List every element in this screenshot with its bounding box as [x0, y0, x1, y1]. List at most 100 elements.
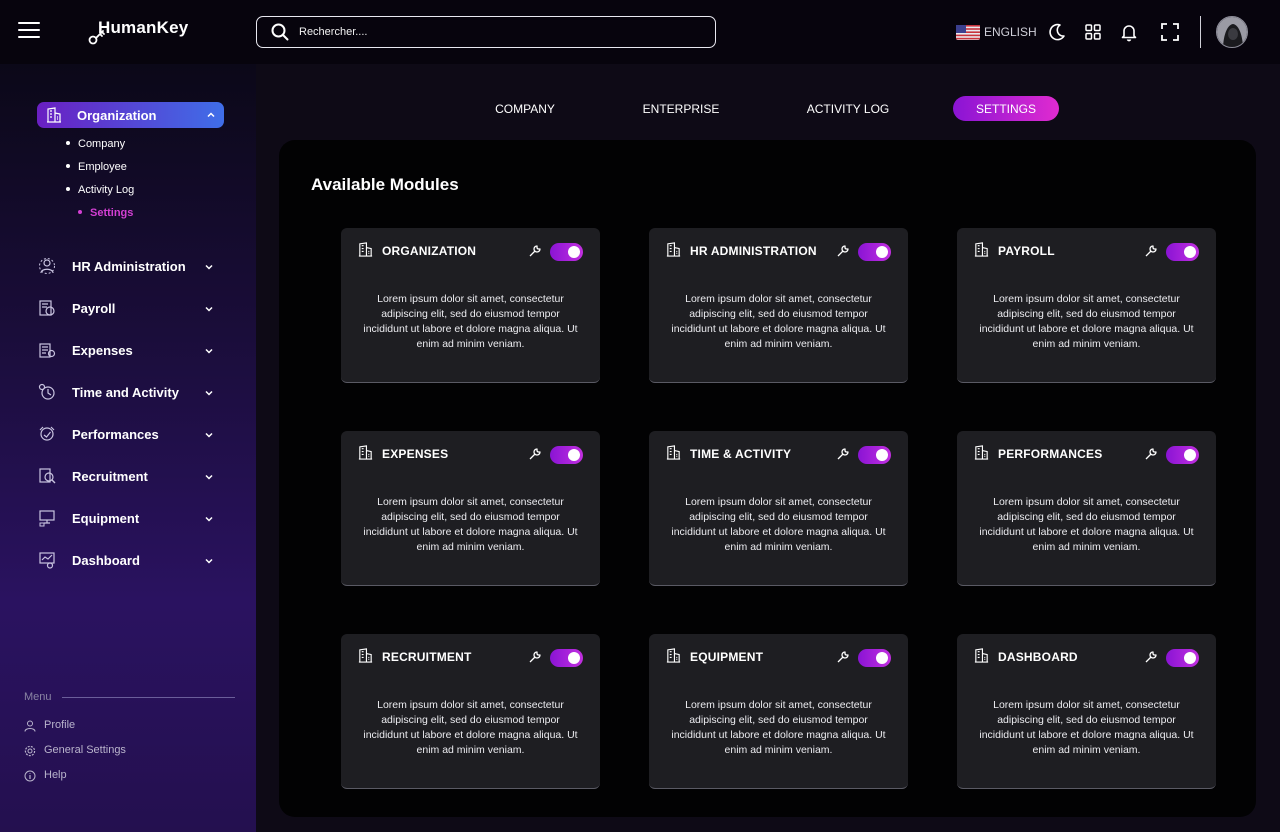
tab-activity-log[interactable]: ACTIVITY LOG: [793, 96, 903, 121]
sidebar-item-payroll[interactable]: Payroll: [38, 296, 218, 320]
module-description: Lorem ipsum dolor sit amet, consectetur …: [979, 496, 1194, 553]
chevron-down-icon: [205, 264, 213, 270]
hr-admin-icon: [39, 258, 55, 274]
module-toggle[interactable]: [858, 243, 891, 261]
hamburger-menu-icon[interactable]: [18, 22, 40, 40]
module-toggle[interactable]: [858, 446, 891, 464]
toggle-knob: [876, 449, 888, 461]
time-activity-icon: [38, 383, 55, 400]
module-description: Lorem ipsum dolor sit amet, consectetur …: [979, 293, 1194, 350]
search-box[interactable]: [256, 16, 716, 48]
expenses-icon: [39, 343, 56, 358]
menu-divider: [62, 697, 235, 698]
language-selector[interactable]: ENGLISH: [956, 24, 1037, 40]
module-description: Lorem ipsum dolor sit amet, consectetur …: [363, 496, 578, 553]
module-toggle[interactable]: [1166, 649, 1199, 667]
module-toggle[interactable]: [1166, 446, 1199, 464]
sidebar-subitem-employee[interactable]: Employee: [66, 161, 127, 173]
toggle-knob: [1184, 449, 1196, 461]
wrench-icon[interactable]: [1144, 244, 1158, 258]
equipment-icon: [39, 510, 55, 527]
module-title: ORGANIZATION: [382, 244, 477, 258]
sidebar-item-organization[interactable]: Organization: [37, 102, 224, 128]
modules-panel: Available Modules ORGANIZATION Lorem ips…: [279, 140, 1256, 817]
wrench-icon[interactable]: [836, 244, 850, 258]
moon-icon[interactable]: [1047, 22, 1067, 42]
wrench-icon[interactable]: [836, 447, 850, 461]
wrench-icon[interactable]: [1144, 447, 1158, 461]
toggle-knob: [568, 652, 580, 664]
chevron-up-icon: [207, 112, 215, 118]
gear-icon: [24, 745, 36, 757]
module-title: RECRUITMENT: [382, 650, 472, 664]
wrench-icon[interactable]: [836, 650, 850, 664]
sidebar-item-hr-administration[interactable]: HR Administration: [38, 254, 218, 278]
sidebar-item-label: Expenses: [72, 343, 133, 358]
toggle-knob: [568, 246, 580, 258]
sidebar-item-label: Equipment: [72, 511, 140, 526]
chevron-down-icon: [205, 348, 213, 354]
wrench-icon[interactable]: [528, 650, 542, 664]
bell-icon[interactable]: [1119, 22, 1139, 42]
module-card-expenses: EXPENSES Lorem ipsum dolor sit amet, con…: [341, 431, 600, 586]
building-icon: [47, 107, 61, 123]
sidebar-item-label: Time and Activity: [72, 385, 179, 400]
search-input[interactable]: [299, 22, 699, 42]
module-toggle[interactable]: [550, 649, 583, 667]
bottom-item-label: Profile: [44, 719, 76, 731]
grid-apps-icon[interactable]: [1083, 22, 1103, 42]
bottom-item-label: General Settings: [44, 744, 126, 756]
wrench-icon[interactable]: [528, 244, 542, 258]
recruitment-icon: [39, 468, 56, 484]
sidebar-item-recruitment[interactable]: Recruitment: [38, 464, 218, 488]
sidebar-item-performances[interactable]: Performances: [38, 422, 218, 446]
us-flag-icon: [956, 24, 980, 40]
module-toggle[interactable]: [550, 243, 583, 261]
wrench-icon[interactable]: [528, 447, 542, 461]
user-avatar[interactable]: [1216, 16, 1248, 48]
module-description: Lorem ipsum dolor sit amet, consectetur …: [671, 293, 886, 350]
building-icon: [974, 445, 989, 460]
module-title: EQUIPMENT: [690, 650, 764, 664]
sidebar-subitem-settings[interactable]: Settings: [78, 207, 133, 219]
user-icon: [24, 720, 36, 732]
module-card-recruitment: RECRUITMENT Lorem ipsum dolor sit amet, …: [341, 634, 600, 789]
search-icon: [271, 23, 289, 41]
module-card-performances: PERFORMANCES Lorem ipsum dolor sit amet,…: [957, 431, 1216, 586]
sidebar: Organization Company Employee Activity L…: [0, 64, 256, 832]
fullscreen-icon[interactable]: [1160, 22, 1180, 42]
wrench-icon[interactable]: [1144, 650, 1158, 664]
bottom-item-label: Help: [44, 769, 67, 781]
chevron-down-icon: [205, 306, 213, 312]
building-icon: [358, 242, 373, 257]
module-toggle[interactable]: [1166, 243, 1199, 261]
building-icon: [666, 445, 681, 460]
chevron-down-icon: [205, 516, 213, 522]
tab-enterprise[interactable]: ENTERPRISE: [628, 96, 734, 121]
sidebar-subitem-activity-log[interactable]: Activity Log: [66, 184, 134, 196]
sidebar-item-time-and-activity[interactable]: Time and Activity: [38, 380, 218, 404]
building-icon: [974, 648, 989, 663]
module-description: Lorem ipsum dolor sit amet, consectetur …: [363, 699, 578, 756]
tab-settings[interactable]: SETTINGS: [953, 96, 1059, 121]
module-title: HR ADMINISTRATION: [690, 244, 817, 258]
sidebar-item-equipment[interactable]: Equipment: [38, 506, 218, 530]
sidebar-item-dashboard[interactable]: Dashboard: [38, 548, 218, 572]
sidebar-item-label: Payroll: [72, 301, 116, 316]
tab-company[interactable]: COMPANY: [472, 96, 578, 121]
chevron-down-icon: [205, 390, 213, 396]
sidebar-subitem-company[interactable]: Company: [66, 138, 125, 150]
header-divider: [1200, 16, 1201, 48]
top-bar: HumanKey ENGLISH: [0, 0, 1280, 64]
building-icon: [666, 242, 681, 257]
chevron-down-icon: [205, 558, 213, 564]
menu-heading: Menu: [24, 691, 52, 703]
module-title: TIME & ACTIVITY: [690, 447, 792, 461]
module-toggle[interactable]: [858, 649, 891, 667]
dashboard-icon: [39, 552, 55, 569]
brand-name: HumanKey: [98, 18, 189, 37]
module-card-time-activity: TIME & ACTIVITY Lorem ipsum dolor sit am…: [649, 431, 908, 586]
module-toggle[interactable]: [550, 446, 583, 464]
info-icon: [24, 770, 36, 782]
sidebar-item-expenses[interactable]: Expenses: [38, 338, 218, 362]
